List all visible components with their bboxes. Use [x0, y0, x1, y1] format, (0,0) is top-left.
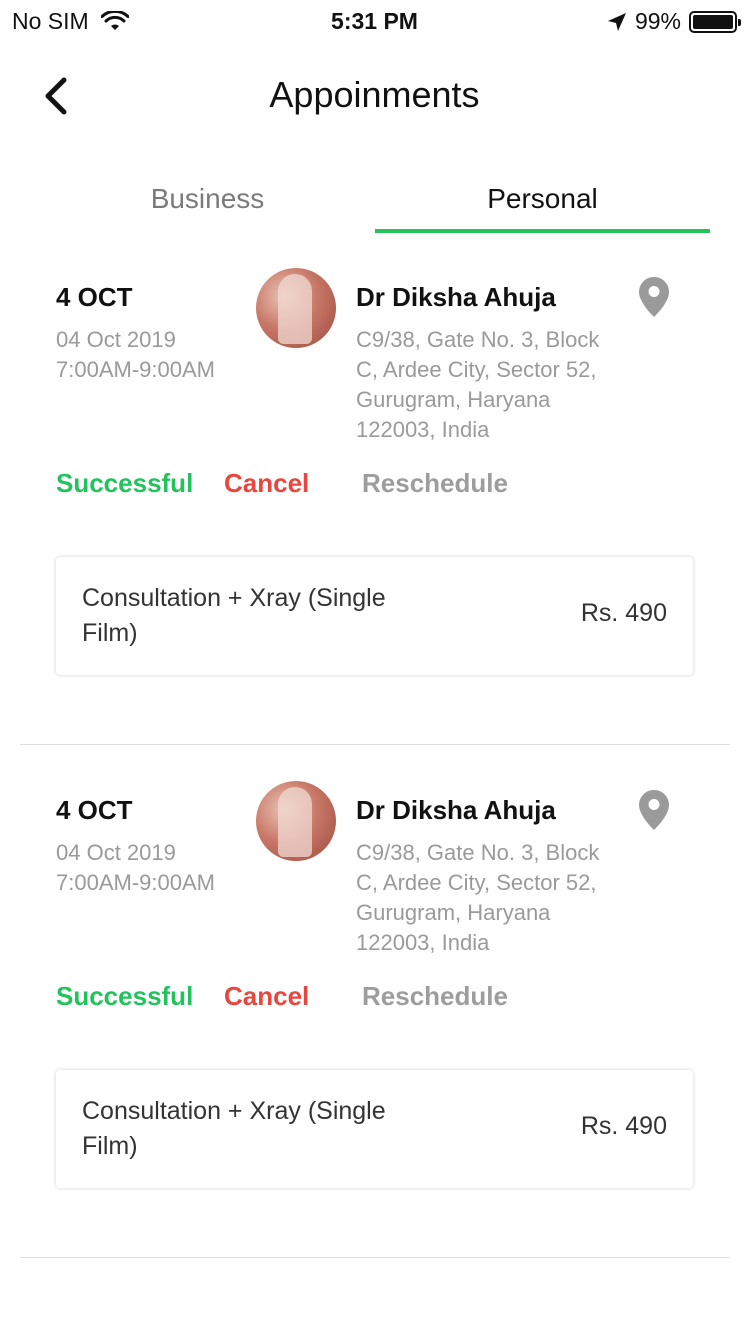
date-details: 04 Oct 2019 7:00AM-9:00AM	[56, 325, 226, 385]
service-name: Consultation + Xray (Single Film)	[82, 1097, 386, 1160]
appointment-actions: Successful Cancel Reschedule	[56, 981, 508, 1012]
date-long: 04 Oct 2019	[56, 327, 176, 352]
doctor-name: Dr Diksha Ahuja	[356, 282, 556, 312]
service-box: Consultation + Xray (Single Film) Rs. 49…	[56, 1070, 693, 1188]
service-price: Rs. 490	[580, 599, 667, 627]
map-pin-button[interactable]	[638, 276, 670, 318]
date-short: 4 OCT	[56, 282, 133, 312]
tab-bar: Business Personal	[40, 175, 710, 233]
divider	[20, 1257, 730, 1258]
status-bar: No SIM 5:31 PM 99%	[0, 0, 749, 40]
doctor-column: Dr Diksha Ahuja C9/38, Gate No. 3, Block…	[356, 795, 616, 958]
doctor-avatar	[256, 781, 336, 861]
map-pin-icon	[639, 277, 669, 317]
battery-percent: 99%	[634, 8, 681, 34]
status-badge: Successful	[56, 468, 194, 498]
date-details: 04 Oct 2019 7:00AM-9:00AM	[56, 838, 226, 898]
date-long: 04 Oct 2019	[56, 840, 176, 865]
service-name: Consultation + Xray (Single Film)	[82, 584, 386, 647]
reschedule-button[interactable]: Reschedule	[362, 468, 508, 499]
battery-fill	[693, 14, 733, 29]
divider	[20, 744, 730, 745]
date-column: 4 OCT 04 Oct 2019 7:00AM-9:00AM	[56, 795, 226, 898]
doctor-address: C9/38, Gate No. 3, Block C, Ardee City, …	[356, 840, 600, 955]
cancel-button[interactable]: Cancel	[224, 981, 362, 1012]
map-pin-button[interactable]	[638, 789, 670, 831]
time-slot: 7:00AM-9:00AM	[56, 870, 215, 895]
service-box: Consultation + Xray (Single Film) Rs. 49…	[56, 557, 693, 675]
map-pin-icon	[639, 790, 669, 830]
cancel-button[interactable]: Cancel	[224, 468, 362, 499]
doctor-avatar	[256, 268, 336, 348]
location-arrow-icon	[607, 12, 626, 31]
time-slot: 7:00AM-9:00AM	[56, 357, 215, 382]
battery-icon	[689, 10, 741, 33]
header: Appoinments	[0, 60, 749, 132]
battery-tip	[738, 18, 741, 26]
doctor-address: C9/38, Gate No. 3, Block C, Ardee City, …	[356, 327, 600, 442]
status-badge: Successful	[56, 981, 194, 1011]
tab-personal[interactable]: Personal	[375, 175, 710, 233]
reschedule-button[interactable]: Reschedule	[362, 981, 508, 1012]
tab-business[interactable]: Business	[40, 175, 375, 233]
doctor-column: Dr Diksha Ahuja C9/38, Gate No. 3, Block…	[356, 282, 616, 445]
date-short: 4 OCT	[56, 795, 133, 825]
service-price: Rs. 490	[580, 1112, 667, 1140]
status-right: 99%	[607, 8, 741, 35]
doctor-name: Dr Diksha Ahuja	[356, 795, 556, 825]
page-title: Appoinments	[269, 74, 480, 115]
appointment-actions: Successful Cancel Reschedule	[56, 468, 508, 499]
date-column: 4 OCT 04 Oct 2019 7:00AM-9:00AM	[56, 282, 226, 385]
